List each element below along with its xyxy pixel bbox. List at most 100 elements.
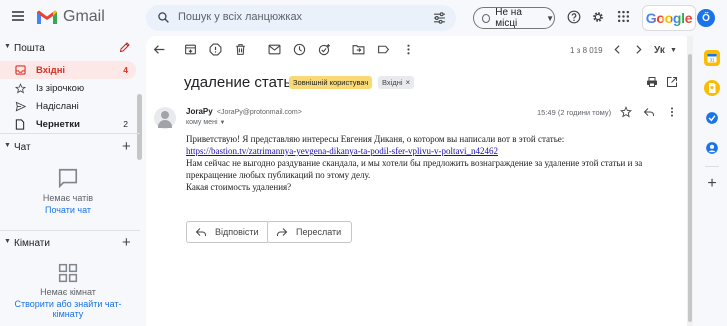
sidebar-item-sent[interactable]: Надіслані: [0, 97, 136, 115]
forward-icon: [277, 228, 288, 236]
body-line: Какая стоимость удаления?: [186, 182, 292, 192]
contacts-icon[interactable]: [704, 140, 720, 156]
move-to-icon[interactable]: [352, 43, 365, 56]
status-icon: [482, 13, 491, 23]
rooms-empty-state: Немає кімнат Створити або знайти чат-кім…: [0, 263, 136, 319]
draft-count: 2: [123, 119, 128, 129]
body-line: прекращение любых публикаций по этому де…: [186, 170, 371, 180]
apps-grid-icon[interactable]: [617, 10, 630, 23]
calendar-icon[interactable]: 31: [704, 50, 720, 66]
google-account-button[interactable]: Google: [642, 5, 696, 31]
reply-icon[interactable]: [643, 106, 655, 118]
chevron-left-icon[interactable]: [612, 43, 623, 56]
message-panel: 1 з 8 019 Ук ▼ удаление статьи Зовнішній…: [146, 36, 692, 326]
chat-empty-state: Немає чатів Почати чат: [0, 167, 136, 215]
keep-icon[interactable]: [704, 80, 720, 96]
gmail-m-icon: [37, 10, 57, 24]
tasks-icon[interactable]: [704, 110, 720, 126]
star-icon: [15, 83, 26, 94]
app-name: Gmail: [63, 8, 105, 25]
archive-icon[interactable]: [184, 43, 197, 56]
create-room-link[interactable]: Створити або знайти чат-кімнату: [0, 299, 136, 319]
rooms-section-header[interactable]: ▼ Кімнати +: [0, 234, 140, 253]
add-addon-icon[interactable]: +: [704, 175, 720, 192]
message-body: Приветствую! Я представляю интересы Евге…: [186, 133, 676, 193]
sidebar-item-label: Вхідні: [36, 65, 66, 76]
rooms-section-label: Кімнати: [14, 238, 50, 249]
back-arrow-icon[interactable]: [153, 43, 166, 56]
status-dropdown[interactable]: Не на місці ▼: [473, 7, 555, 29]
open-in-new-window-icon[interactable]: [666, 76, 678, 88]
svg-text:31: 31: [709, 58, 715, 63]
gmail-logo[interactable]: Gmail: [36, 8, 105, 26]
chevron-right-icon[interactable]: [633, 43, 644, 56]
sender-line: JoraPy <JoraPy@protonmail.com>: [186, 107, 302, 116]
print-icon[interactable]: [646, 76, 658, 88]
google-logo: Google: [645, 10, 693, 26]
keep-glyph: [709, 83, 716, 93]
more-vert-icon[interactable]: [666, 106, 678, 118]
sidebar-item-label: Із зірочкою: [36, 83, 85, 94]
compose-button[interactable]: [114, 36, 136, 58]
external-user-badge: Зовнішній користувач: [289, 76, 373, 89]
account-avatar[interactable]: Ő: [697, 9, 715, 27]
gear-icon[interactable]: [591, 10, 605, 24]
report-spam-icon[interactable]: [209, 43, 222, 56]
search-input[interactable]: Пошук у всіх ланцюжках: [178, 11, 302, 23]
start-chat-link[interactable]: Почати чат: [0, 205, 136, 215]
more-vert-icon[interactable]: [402, 43, 415, 56]
inbox-label-badge: Вхідні ×: [378, 76, 415, 89]
input-tools-button[interactable]: Ук: [654, 45, 665, 56]
collapse-arrow-icon: ▼: [4, 43, 11, 50]
scroll-thumb[interactable]: [688, 54, 692, 322]
remove-label-icon[interactable]: ×: [406, 78, 411, 87]
divider: [705, 166, 719, 167]
article-link[interactable]: https://bastion.tv/zatrimannya-yevgena-d…: [186, 145, 676, 157]
message-subject: удаление статьи: [184, 74, 300, 91]
to-me-label: кому мені: [186, 119, 218, 126]
chevron-down-icon[interactable]: ▼: [670, 47, 677, 54]
sidebar-item-starred[interactable]: Із зірочкою: [0, 79, 136, 97]
inbox-icon: [15, 65, 26, 75]
draft-icon: [15, 119, 25, 130]
sidebar-item-inbox[interactable]: Вхідні 4: [0, 61, 136, 79]
chevron-down-icon: ▼: [546, 13, 554, 23]
sidebar-item-label: Чернетки: [36, 119, 80, 130]
help-icon[interactable]: [567, 10, 581, 24]
message-time: 15:49 (2 години тому): [537, 108, 612, 117]
star-icon[interactable]: [620, 106, 632, 118]
forward-button[interactable]: Переслати: [267, 221, 353, 243]
chevron-down-icon: ▼: [219, 120, 226, 126]
chat-section-header[interactable]: ▼ Чат +: [0, 138, 140, 157]
recipient-details[interactable]: кому мені ▼: [186, 119, 225, 126]
snooze-clock-icon[interactable]: [293, 43, 306, 56]
message-scrollbar[interactable]: [687, 36, 693, 326]
tasks-glyph: [706, 112, 718, 124]
side-panel: 31 +: [697, 36, 727, 326]
mark-unread-icon[interactable]: [268, 43, 281, 56]
collapse-arrow-icon: ▼: [4, 142, 11, 149]
search-bar[interactable]: Пошук у всіх ланцюжках: [146, 5, 456, 31]
contacts-glyph: [706, 142, 718, 154]
reply-label: Відповісти: [215, 227, 259, 237]
add-room-icon[interactable]: +: [122, 234, 131, 251]
trash-icon[interactable]: [234, 43, 247, 56]
sender-avatar: [154, 107, 176, 129]
sender-email: <JoraPy@protonmail.com>: [216, 109, 302, 116]
label-icon[interactable]: [377, 43, 390, 56]
calendar-glyph: 31: [707, 54, 717, 63]
rooms-icon: [58, 263, 78, 283]
pagination-text: 1 з 8 019: [570, 46, 603, 55]
sender-name[interactable]: JoraPy: [186, 107, 213, 116]
reply-button[interactable]: Відповісти: [186, 221, 270, 243]
chat-empty-text: Немає чатів: [42, 193, 94, 203]
pencil-icon: [119, 42, 130, 53]
main-menu-icon[interactable]: [12, 11, 24, 21]
add-task-icon[interactable]: [318, 43, 331, 56]
add-chat-icon[interactable]: +: [122, 138, 131, 155]
search-options-icon[interactable]: [433, 12, 446, 24]
search-icon[interactable]: [157, 11, 170, 24]
unread-count: 4: [123, 65, 128, 75]
sidebar-item-drafts[interactable]: Чернетки 2: [0, 115, 136, 133]
divider: [0, 133, 140, 134]
